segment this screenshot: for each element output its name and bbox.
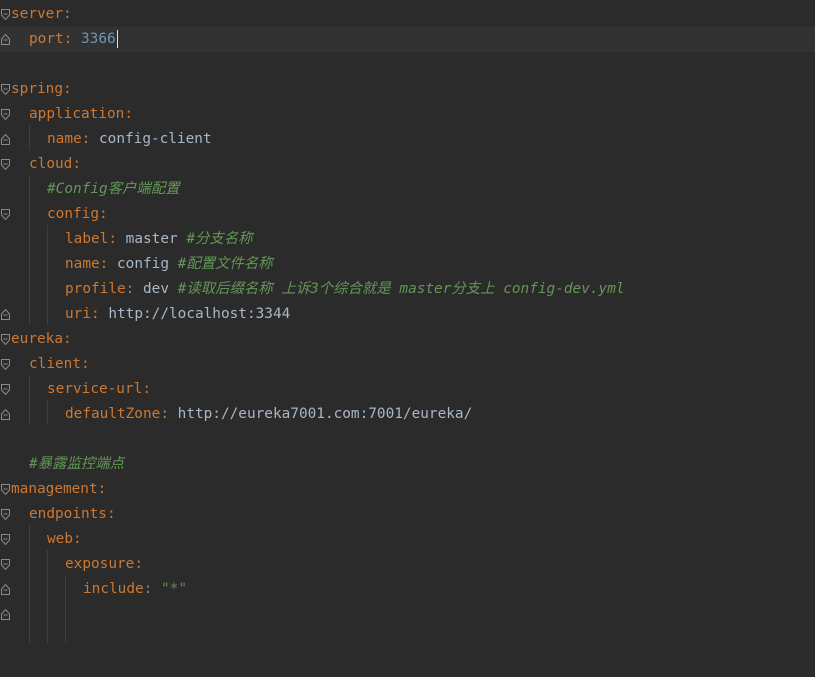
colon: :: [80, 356, 90, 372]
yaml-value: config: [117, 256, 169, 272]
yaml-value: "*": [161, 581, 187, 597]
code-line: label: master #分支名称: [0, 227, 815, 252]
fold-open-icon[interactable]: [1, 534, 10, 545]
yaml-key: management: [11, 481, 98, 497]
fold-open-icon[interactable]: [1, 509, 10, 520]
colon: :: [134, 556, 143, 572]
yaml-key: endpoints: [29, 506, 107, 522]
fold-open-icon[interactable]: [1, 209, 10, 220]
colon: :: [142, 381, 151, 397]
colon: :: [73, 531, 82, 547]
fold-close-icon[interactable]: [1, 134, 10, 145]
yaml-key: exposure: [65, 556, 135, 572]
colon: :: [125, 281, 135, 297]
colon: :: [160, 406, 169, 422]
code-line: name: config-client: [0, 127, 815, 152]
fold-close-icon[interactable]: [1, 34, 10, 45]
code-line: cloud:: [0, 152, 815, 177]
code-line: name: config #配置文件名称: [0, 252, 815, 277]
fold-open-icon[interactable]: [1, 9, 10, 20]
yaml-key: web: [47, 531, 73, 547]
code-line: uri: http://localhost:3344: [0, 302, 815, 327]
yaml-comment: #配置文件名称: [177, 256, 273, 272]
fold-open-icon[interactable]: [1, 359, 10, 370]
fold-close-icon[interactable]: [1, 584, 10, 595]
colon: :: [81, 131, 91, 147]
colon: :: [63, 31, 73, 47]
fold-open-icon[interactable]: [1, 159, 10, 170]
yaml-key: profile: [65, 281, 126, 297]
colon: :: [108, 231, 117, 247]
code-line: endpoints:: [0, 502, 815, 527]
code-line: server:: [0, 2, 815, 27]
code-line: config:: [0, 202, 815, 227]
yaml-key: port: [29, 31, 64, 47]
yaml-key: name: [47, 131, 82, 147]
code-line: eureka:: [0, 327, 815, 352]
yaml-key: include: [83, 581, 144, 597]
fold-close-icon[interactable]: [1, 309, 10, 320]
colon: :: [62, 6, 72, 22]
fold-open-icon[interactable]: [1, 334, 10, 345]
yaml-editor[interactable]: server: port: 3366 spring: application: …: [0, 0, 815, 643]
colon: :: [124, 106, 133, 122]
yaml-value: dev: [143, 281, 169, 297]
colon: :: [143, 581, 153, 597]
yaml-value: http://eureka7001.com:7001/eureka/: [177, 406, 473, 422]
yaml-key: uri: [65, 306, 91, 322]
code-line: application:: [0, 102, 815, 127]
yaml-comment: #分支名称: [186, 231, 253, 247]
colon: :: [62, 331, 72, 347]
colon: :: [72, 156, 81, 172]
yaml-key: name: [65, 256, 100, 272]
yaml-comment: #Config客户端配置: [47, 181, 180, 197]
fold-open-icon[interactable]: [1, 559, 10, 570]
code-line: #Config客户端配置: [0, 177, 815, 202]
current-code-line: port: 3366: [0, 27, 815, 52]
yaml-key: cloud: [29, 156, 73, 172]
yaml-key: client: [29, 356, 81, 372]
yaml-key: service-url: [47, 381, 143, 397]
yaml-key: application: [29, 106, 125, 122]
colon: :: [106, 506, 116, 522]
fold-open-icon[interactable]: [1, 384, 10, 395]
fold-open-icon[interactable]: [1, 484, 10, 495]
code-line: management:: [0, 477, 815, 502]
colon: :: [99, 256, 109, 272]
yaml-value: config-client: [99, 131, 212, 147]
yaml-value: master: [125, 231, 178, 247]
colon: :: [91, 306, 100, 322]
fold-open-icon[interactable]: [1, 84, 10, 95]
colon: :: [62, 81, 72, 97]
yaml-comment: #读取后缀名称 上诉3个综合就是 master分支上 config-dev.ym…: [177, 281, 625, 297]
yaml-value: http://localhost:3344: [108, 306, 291, 322]
code-line: profile: dev #读取后缀名称 上诉3个综合就是 master分支上 …: [0, 277, 815, 302]
code-line: web:: [0, 527, 815, 552]
colon: :: [98, 206, 108, 222]
colon: :: [97, 481, 107, 497]
code-line: exposure:: [0, 552, 815, 577]
code-line: service-url:: [0, 377, 815, 402]
yaml-key: label: [65, 231, 109, 247]
fold-close-icon[interactable]: [1, 609, 10, 620]
yaml-comment: #暴露监控端点: [29, 456, 125, 472]
code-line: defaultZone: http://eureka7001.com:7001/…: [0, 402, 815, 427]
yaml-key: spring: [11, 81, 63, 97]
fold-open-icon[interactable]: [1, 109, 10, 120]
code-line: spring:: [0, 77, 815, 102]
code-line: #暴露监控端点: [0, 452, 815, 477]
yaml-value: 3366: [81, 31, 116, 47]
text-caret: [116, 30, 119, 48]
fold-close-icon[interactable]: [1, 409, 10, 420]
yaml-key: config: [47, 206, 99, 222]
yaml-key: server: [11, 6, 63, 22]
yaml-key: defaultZone: [65, 406, 161, 422]
code-line: client:: [0, 352, 815, 377]
yaml-key: eureka: [11, 331, 63, 347]
code-line: include: "*": [0, 577, 815, 602]
